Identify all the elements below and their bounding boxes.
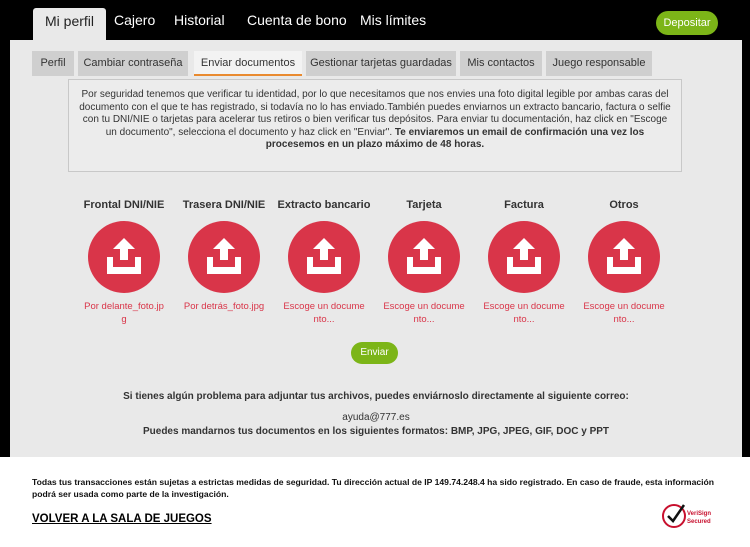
doc-title-extracto: Extracto bancario <box>277 199 371 211</box>
upload-button-trasera[interactable] <box>188 221 260 293</box>
subtab-juego-responsable[interactable]: Juego responsable <box>546 51 652 76</box>
info-box: Por seguridad tenemos que verificar tu i… <box>68 79 682 172</box>
doc-file-otros[interactable]: Escoge un documento... <box>582 300 666 326</box>
subtab-cambiar-contrasena[interactable]: Cambiar contraseña <box>78 51 188 76</box>
deposit-button[interactable]: Depositar <box>656 11 718 35</box>
subtab-gestionar-tarjetas[interactable]: Gestionar tarjetas guardadas <box>306 51 456 76</box>
nav-tab-cuenta-de-bono[interactable]: Cuenta de bono <box>247 0 347 40</box>
contact-email[interactable]: ayuda@777.es <box>10 412 742 423</box>
badge-line1: VeriSign <box>687 511 711 517</box>
send-button[interactable]: Enviar <box>351 342 398 364</box>
doc-file-frontal[interactable]: Por delante_foto.jpg <box>82 300 166 326</box>
doc-file-trasera[interactable]: Por detrás_foto.jpg <box>182 300 266 313</box>
upload-icon <box>407 238 441 274</box>
upload-icon <box>207 238 241 274</box>
doc-title-tarjeta: Tarjeta <box>406 199 442 211</box>
upload-button-frontal[interactable] <box>88 221 160 293</box>
doc-title-factura: Factura <box>504 199 544 211</box>
upload-icon <box>307 238 341 274</box>
nav-tab-mi-perfil[interactable]: Mi perfil <box>33 8 107 40</box>
verisign-badge: VeriSign Secured <box>662 502 716 529</box>
top-nav: Mi perfil Cajero Historial Cuenta de bon… <box>0 0 750 40</box>
upload-button-otros[interactable] <box>588 221 660 293</box>
upload-button-extracto[interactable] <box>288 221 360 293</box>
doc-file-extracto[interactable]: Escoge un documento... <box>282 300 366 326</box>
doc-file-factura[interactable]: Escoge un documento... <box>482 300 566 326</box>
security-notice: Todas tus transacciones están sujetas a … <box>32 477 715 499</box>
subtab-mis-contactos[interactable]: Mis contactos <box>460 51 542 76</box>
footer <box>0 457 750 547</box>
nav-tab-cajero[interactable]: Cajero <box>114 0 155 40</box>
upload-icon <box>607 238 641 274</box>
doc-file-tarjeta[interactable]: Escoge un documento... <box>382 300 466 326</box>
upload-icon <box>107 238 141 274</box>
upload-button-tarjeta[interactable] <box>388 221 460 293</box>
doc-title-frontal: Frontal DNI/NIE <box>83 199 165 211</box>
contact-problem-text: Si tienes algún problema para adjuntar t… <box>123 391 629 402</box>
subtab-enviar-documentos[interactable]: Enviar documentos <box>194 51 302 76</box>
doc-title-trasera: Trasera DNI/NIE <box>182 199 266 211</box>
back-to-games-link[interactable]: VOLVER A LA SALA DE JUEGOS <box>32 513 212 525</box>
upload-icon <box>507 238 541 274</box>
doc-title-otros: Otros <box>609 199 639 211</box>
contact-formats-text: Puedes mandarnos tus documentos en los s… <box>142 426 610 437</box>
subtab-perfil[interactable]: Perfil <box>32 51 74 76</box>
nav-tab-mis-limites[interactable]: Mis límites <box>360 0 426 40</box>
upload-button-factura[interactable] <box>488 221 560 293</box>
nav-tab-historial[interactable]: Historial <box>174 0 225 40</box>
verisign-check-icon: VeriSign Secured <box>662 504 711 528</box>
badge-line2: Secured <box>687 519 711 525</box>
